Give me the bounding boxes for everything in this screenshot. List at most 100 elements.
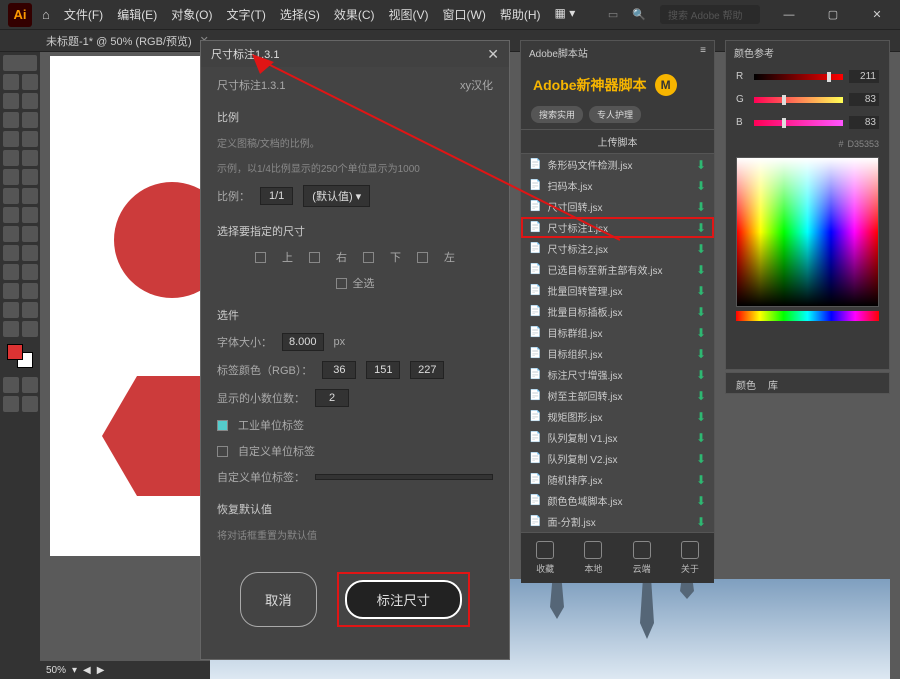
script-item[interactable]: 📄批量目标插板.jsx⬇ xyxy=(521,301,714,322)
misc-tool[interactable] xyxy=(22,321,38,337)
width-tool[interactable] xyxy=(22,188,38,204)
download-icon[interactable]: ⬇ xyxy=(696,200,706,214)
script-item[interactable]: 📄面-分割.jsx⬇ xyxy=(521,511,714,532)
pen-tool[interactable] xyxy=(22,93,38,109)
download-icon[interactable]: ⬇ xyxy=(696,284,706,298)
r-slider[interactable] xyxy=(754,74,843,80)
script-item[interactable]: 📄尺寸回转.jsx⬇ xyxy=(521,196,714,217)
menu-file[interactable]: 文件(F) xyxy=(64,6,103,23)
menu-more-icon[interactable]: ▦ ▾ xyxy=(555,6,576,23)
dialog-tab-right[interactable]: xy汉化 xyxy=(460,77,493,93)
script-item[interactable]: 📄已选目标至新主部有效.jsx⬇ xyxy=(521,259,714,280)
download-icon[interactable]: ⬇ xyxy=(696,326,706,340)
scale-value-dropdown[interactable]: 1/1 xyxy=(260,187,293,205)
shaper-tool[interactable] xyxy=(22,150,38,166)
zoom-value[interactable]: 50% xyxy=(46,665,66,676)
dialog-tab-main[interactable]: 尺寸标注1.3.1 xyxy=(217,77,285,93)
blend-tool[interactable] xyxy=(3,264,19,280)
graph-tool[interactable] xyxy=(3,283,19,299)
rectangle-tool[interactable] xyxy=(22,131,38,147)
dialog-close-icon[interactable]: ✕ xyxy=(487,46,499,63)
script-item[interactable]: 📄队列复制 V2.jsx⬇ xyxy=(521,448,714,469)
mesh-tool[interactable] xyxy=(22,226,38,242)
download-icon[interactable]: ⬇ xyxy=(696,305,706,319)
panel-menu-icon[interactable]: ≡ xyxy=(700,45,706,60)
download-icon[interactable]: ⬇ xyxy=(696,389,706,403)
shape-builder-tool[interactable] xyxy=(22,207,38,223)
custom-unit-input[interactable] xyxy=(315,474,493,480)
download-icon[interactable]: ⬇ xyxy=(696,515,706,529)
script-item[interactable]: 📄尺寸标注2.jsx⬇ xyxy=(521,238,714,259)
color-spectrum[interactable] xyxy=(736,157,879,307)
menu-view[interactable]: 视图(V) xyxy=(389,6,429,23)
menu-type[interactable]: 文字(T) xyxy=(227,6,266,23)
hex-value[interactable]: D35353 xyxy=(847,139,879,149)
menu-object[interactable]: 对象(O) xyxy=(171,6,212,23)
g-value[interactable]: 83 xyxy=(849,93,879,106)
scale-default-dropdown[interactable]: (默认值) ▾ xyxy=(303,185,370,207)
draw-mode-1[interactable] xyxy=(3,377,19,393)
scripts-tab-2[interactable]: 专人护理 xyxy=(589,106,641,123)
scale-tool[interactable] xyxy=(3,188,19,204)
cb-right[interactable] xyxy=(309,252,320,263)
script-item[interactable]: 📄树至主部回转.jsx⬇ xyxy=(521,385,714,406)
slice-tool[interactable] xyxy=(3,302,19,318)
swatch-tab-lib[interactable]: 库 xyxy=(768,377,778,389)
color-r-input[interactable]: 36 xyxy=(322,361,356,379)
menu-window[interactable]: 窗口(W) xyxy=(443,6,486,23)
search-input[interactable]: 搜索 Adobe 帮助 xyxy=(660,5,760,24)
g-slider[interactable] xyxy=(754,97,843,103)
magic-wand-tool[interactable] xyxy=(22,74,38,90)
direct-select-tool[interactable] xyxy=(3,74,19,90)
script-item[interactable]: 📄批量回转管理.jsx⬇ xyxy=(521,280,714,301)
type-tool[interactable] xyxy=(22,112,38,128)
dialog-titlebar[interactable]: 尺寸标注1.3.1 ✕ xyxy=(201,41,509,67)
hand-tool[interactable] xyxy=(22,302,38,318)
lasso-tool[interactable] xyxy=(3,93,19,109)
menu-edit[interactable]: 编辑(E) xyxy=(117,6,157,23)
cb-eng-unit[interactable] xyxy=(217,420,228,431)
zoom-tool[interactable] xyxy=(3,321,19,337)
download-icon[interactable]: ⬇ xyxy=(696,347,706,361)
eraser-tool[interactable] xyxy=(3,169,19,185)
selection-tool[interactable] xyxy=(3,55,37,71)
artboard-tool[interactable] xyxy=(22,283,38,299)
download-icon[interactable]: ⬇ xyxy=(696,452,706,466)
rotate-tool[interactable] xyxy=(22,169,38,185)
download-icon[interactable]: ⬇ xyxy=(696,494,706,508)
color-g-input[interactable]: 151 xyxy=(366,361,400,379)
script-item[interactable]: 📄队列复制 V1.jsx⬇ xyxy=(521,427,714,448)
script-item[interactable]: 📄条形码文件检测.jsx⬇ xyxy=(521,154,714,175)
cb-left[interactable] xyxy=(417,252,428,263)
download-icon[interactable]: ⬇ xyxy=(696,431,706,445)
download-icon[interactable]: ⬇ xyxy=(696,368,706,382)
gradient-tool[interactable] xyxy=(3,245,19,261)
bottom-tab-fav[interactable]: 收藏 xyxy=(536,541,554,575)
symbol-tool[interactable] xyxy=(22,264,38,280)
maximize-button[interactable]: ▢ xyxy=(818,8,848,21)
cb-down[interactable] xyxy=(363,252,374,263)
screen-mode[interactable] xyxy=(3,396,19,412)
script-item[interactable]: 📄目标群组.jsx⬇ xyxy=(521,322,714,343)
bottom-tab-local[interactable]: 本地 xyxy=(584,541,602,575)
script-item[interactable]: 📄标注尺寸增强.jsx⬇ xyxy=(521,364,714,385)
upload-banner[interactable]: 上传脚本 xyxy=(521,129,714,154)
script-item[interactable]: 📄尺寸标注1.jsx⬇ xyxy=(521,217,714,238)
decimals-input[interactable]: 2 xyxy=(315,389,349,407)
download-icon[interactable]: ⬇ xyxy=(696,158,706,172)
download-icon[interactable]: ⬇ xyxy=(696,410,706,424)
swatch-tab-color[interactable]: 颜色 xyxy=(736,377,756,389)
fg-color-swatch[interactable] xyxy=(7,344,23,360)
free-transform-tool[interactable] xyxy=(3,207,19,223)
panel-toggle-icon[interactable]: ▭ xyxy=(608,8,618,21)
bottom-tab-about[interactable]: 关于 xyxy=(681,541,699,575)
font-size-input[interactable]: 8.000 xyxy=(282,333,324,351)
edit-toolbar[interactable] xyxy=(22,396,38,412)
download-icon[interactable]: ⬇ xyxy=(696,263,706,277)
menu-help[interactable]: 帮助(H) xyxy=(500,6,541,23)
script-item[interactable]: 📄颜色色域脚本.jsx⬇ xyxy=(521,490,714,511)
menu-select[interactable]: 选择(S) xyxy=(280,6,320,23)
color-swatches[interactable] xyxy=(3,344,37,374)
curvature-tool[interactable] xyxy=(3,112,19,128)
menu-effect[interactable]: 效果(C) xyxy=(334,6,375,23)
